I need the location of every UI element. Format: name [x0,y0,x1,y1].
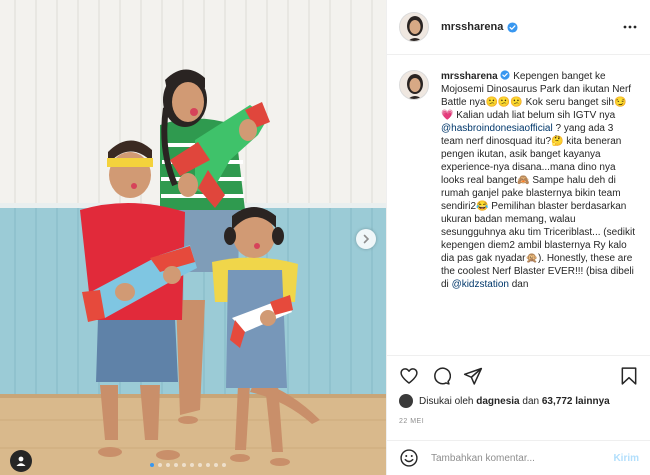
carousel-dot [190,463,194,467]
verified-icon [500,70,511,80]
action-bar [387,355,650,395]
avatar[interactable] [399,12,429,42]
heart-icon [400,367,418,384]
comment-input[interactable] [431,452,601,464]
post-comment-button[interactable]: Kirim [613,453,639,464]
caption-text: mrssharena Kepengen banget ke Mojosemi D… [441,70,637,355]
bookmark-icon [621,367,637,385]
post-username[interactable]: mrssharena [441,21,503,33]
carousel-dot [174,463,178,467]
caption-body-2: ? yang ada 3 team nerf dinosquad itu?🤔 k… [441,123,635,290]
carousel-dot [222,463,226,467]
caption-username[interactable]: mrssharena [441,71,498,82]
post-date[interactable]: 22 MEI [399,418,424,425]
share-icon [463,367,483,385]
verified-icon [507,21,518,33]
carousel-dot [158,463,162,467]
save-button[interactable] [619,366,639,391]
liker-avatar[interactable] [399,394,413,408]
avatar-image [400,13,428,41]
likes-count[interactable]: 63,772 lainnya [542,396,610,407]
more-options-icon[interactable] [623,20,637,34]
tagged-users-button[interactable] [10,450,32,472]
tag-user-icon [16,456,26,466]
carousel-dot [214,463,218,467]
next-arrow-icon [363,234,370,244]
emoji-button[interactable] [399,448,419,468]
post-header: mrssharena [387,0,650,55]
mention-link[interactable]: @kidzstation [452,279,509,290]
like-button[interactable] [399,366,419,386]
mention-link[interactable]: @hasbroindonesiaofficial [441,123,553,134]
share-button[interactable] [463,366,483,386]
liker-username[interactable]: dagnesia [476,396,519,407]
carousel-dot [166,463,170,467]
comment-button[interactable] [431,366,451,386]
likes-middle: dan [522,395,540,407]
caption-avatar-image [400,71,428,99]
next-photo-button[interactable] [356,229,376,249]
caption-avatar[interactable] [399,70,429,100]
add-comment-bar: Kirim [387,440,650,475]
likes-summary: Disukai oleh dagnesia dan 63,772 lainnya [399,394,610,408]
caption-body-3: dan [508,279,529,290]
photo-scene [0,0,386,475]
carousel-dot [150,463,154,467]
post-photo[interactable] [0,0,386,475]
likes-prefix: Disukai oleh [419,395,474,407]
carousel-dot [198,463,202,467]
carousel-dot [182,463,186,467]
caption-section: mrssharena Kepengen banget ke Mojosemi D… [387,56,650,355]
comment-icon [434,366,451,385]
carousel-dot [206,463,210,467]
emoji-icon [400,449,418,467]
carousel-indicator [150,463,226,467]
post-side-panel: mrssharena mrssharena Kepengen banget ke… [386,0,650,475]
